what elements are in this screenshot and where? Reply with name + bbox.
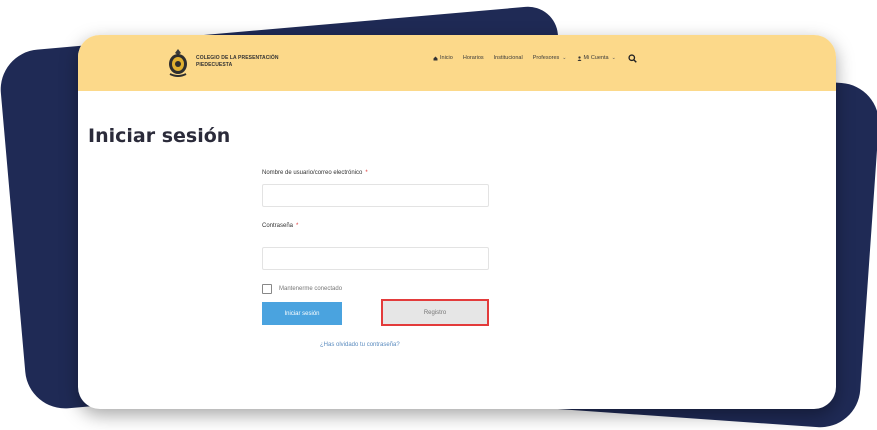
- register-button[interactable]: Registro: [381, 299, 489, 326]
- chevron-down-icon: ⌄: [611, 55, 616, 61]
- chevron-down-icon: ⌄: [562, 55, 567, 61]
- login-button[interactable]: Iniciar sesión: [262, 302, 342, 325]
- nav-item-inicio[interactable]: Inicio: [433, 55, 453, 61]
- remember-me-row: Mantenerme conectado: [262, 284, 342, 294]
- password-label: Contraseña *: [262, 223, 298, 232]
- nav-label-horarios: Horarios: [462, 55, 484, 61]
- password-input[interactable]: [262, 247, 489, 270]
- site-header: COLEGIO DE LA PRESENTACIÓN PIEDECUESTA I…: [78, 35, 836, 91]
- nav-label-mi-cuenta: Mi Cuenta: [583, 55, 609, 61]
- username-label-text: Nombre de usuario/correo electrónico: [262, 170, 363, 176]
- username-input[interactable]: [262, 184, 489, 207]
- forgot-password-link[interactable]: ¿Has olvidado tu contraseña?: [320, 342, 400, 348]
- school-name: COLEGIO DE LA PRESENTACIÓN PIEDECUESTA: [196, 55, 279, 69]
- password-label-text: Contraseña: [262, 223, 294, 229]
- nav-item-mi-cuenta[interactable]: Mi Cuenta ⌄: [577, 55, 616, 61]
- user-icon: [577, 55, 581, 61]
- nav-item-institucional[interactable]: Institucional: [494, 55, 523, 61]
- username-label: Nombre de usuario/correo electrónico *: [262, 170, 492, 179]
- school-name-line2: PIEDECUESTA: [196, 62, 233, 68]
- home-icon: [433, 56, 438, 60]
- required-mark: *: [296, 223, 299, 229]
- nav-label-institucional: Institucional: [493, 55, 523, 61]
- nav-item-profesores[interactable]: Profesores ⌄: [533, 55, 567, 61]
- main-nav: Inicio Horarios Institucional Profesores…: [433, 51, 637, 65]
- nav-label-inicio: Inicio: [440, 55, 453, 61]
- page-title: Iniciar sesión: [88, 125, 231, 147]
- login-form: Nombre de usuario/correo electrónico *: [262, 170, 492, 207]
- school-name-line1: COLEGIO DE LA PRESENTACIÓN: [196, 55, 279, 61]
- nav-label-profesores: Profesores: [532, 55, 560, 61]
- browser-card: COLEGIO DE LA PRESENTACIÓN PIEDECUESTA I…: [78, 35, 836, 409]
- remember-me-label: Mantenerme conectado: [279, 286, 343, 292]
- remember-me-checkbox[interactable]: [262, 284, 272, 294]
- school-crest-logo[interactable]: [166, 48, 190, 78]
- search-icon[interactable]: [628, 53, 637, 63]
- nav-item-horarios[interactable]: Horarios: [463, 55, 484, 61]
- required-mark: *: [365, 170, 368, 176]
